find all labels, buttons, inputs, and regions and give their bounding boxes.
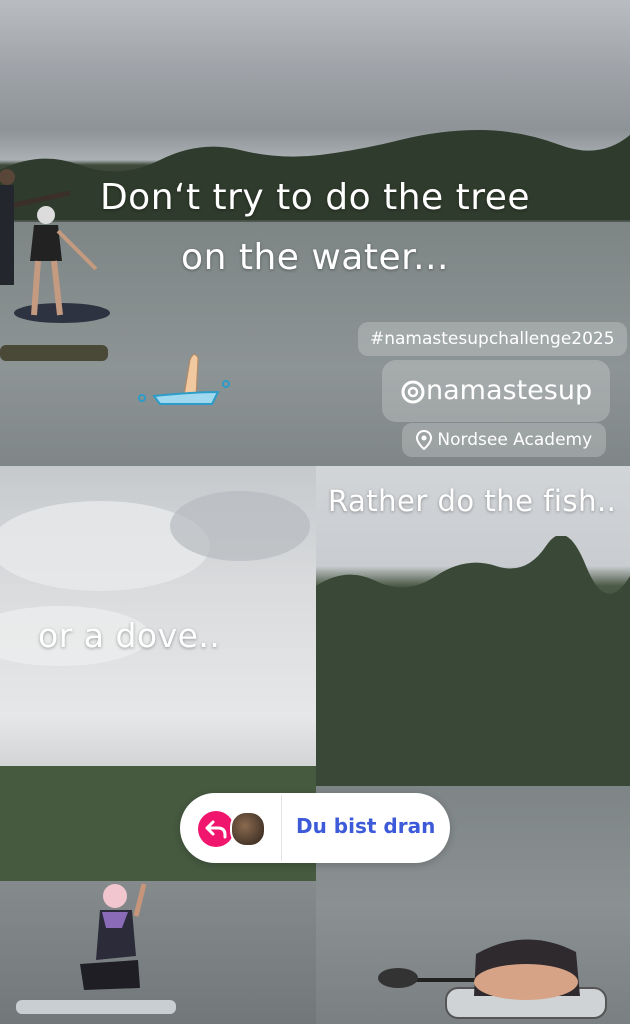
location-label: Nordsee Academy	[437, 430, 593, 450]
location-sticker[interactable]: Nordsee Academy	[402, 423, 607, 457]
caption-top-line-2: on the water...	[181, 237, 449, 278]
location-pin-icon	[416, 430, 432, 450]
drowning-hand-sticker	[138, 354, 230, 405]
person-kneeling	[16, 883, 176, 1014]
reply-divider	[281, 795, 282, 861]
reply-button[interactable]	[198, 811, 234, 847]
caption-right: Rather do the fish..	[328, 484, 617, 518]
photo-panel-bottom-right: Rather do the fish..	[316, 466, 630, 1024]
avatar	[230, 811, 266, 847]
reply-arrow-icon	[205, 820, 227, 839]
threads-icon	[401, 380, 425, 403]
mention-sticker[interactable]: namastesup	[382, 360, 611, 422]
caption-top-line-1: Don‘t try to do the tree	[99, 177, 531, 218]
hashtag-sticker[interactable]: #namastesupchallenge2025	[358, 322, 627, 356]
caption-top: Don‘t try to do the tree on the water...	[0, 168, 630, 288]
photo-panel-bottom-left: or a dove..	[0, 466, 316, 1024]
treeline-right	[316, 536, 630, 786]
reply-label[interactable]: Du bist dran	[296, 814, 435, 838]
mention-label: namastesup	[426, 375, 593, 406]
photo-panel-top: Don‘t try to do the tree on the water...…	[0, 0, 630, 466]
caption-left: or a dove..	[38, 616, 221, 655]
story-viewer[interactable]: Don‘t try to do the tree on the water...…	[0, 0, 630, 1024]
person-lying-on-board	[378, 939, 607, 1019]
